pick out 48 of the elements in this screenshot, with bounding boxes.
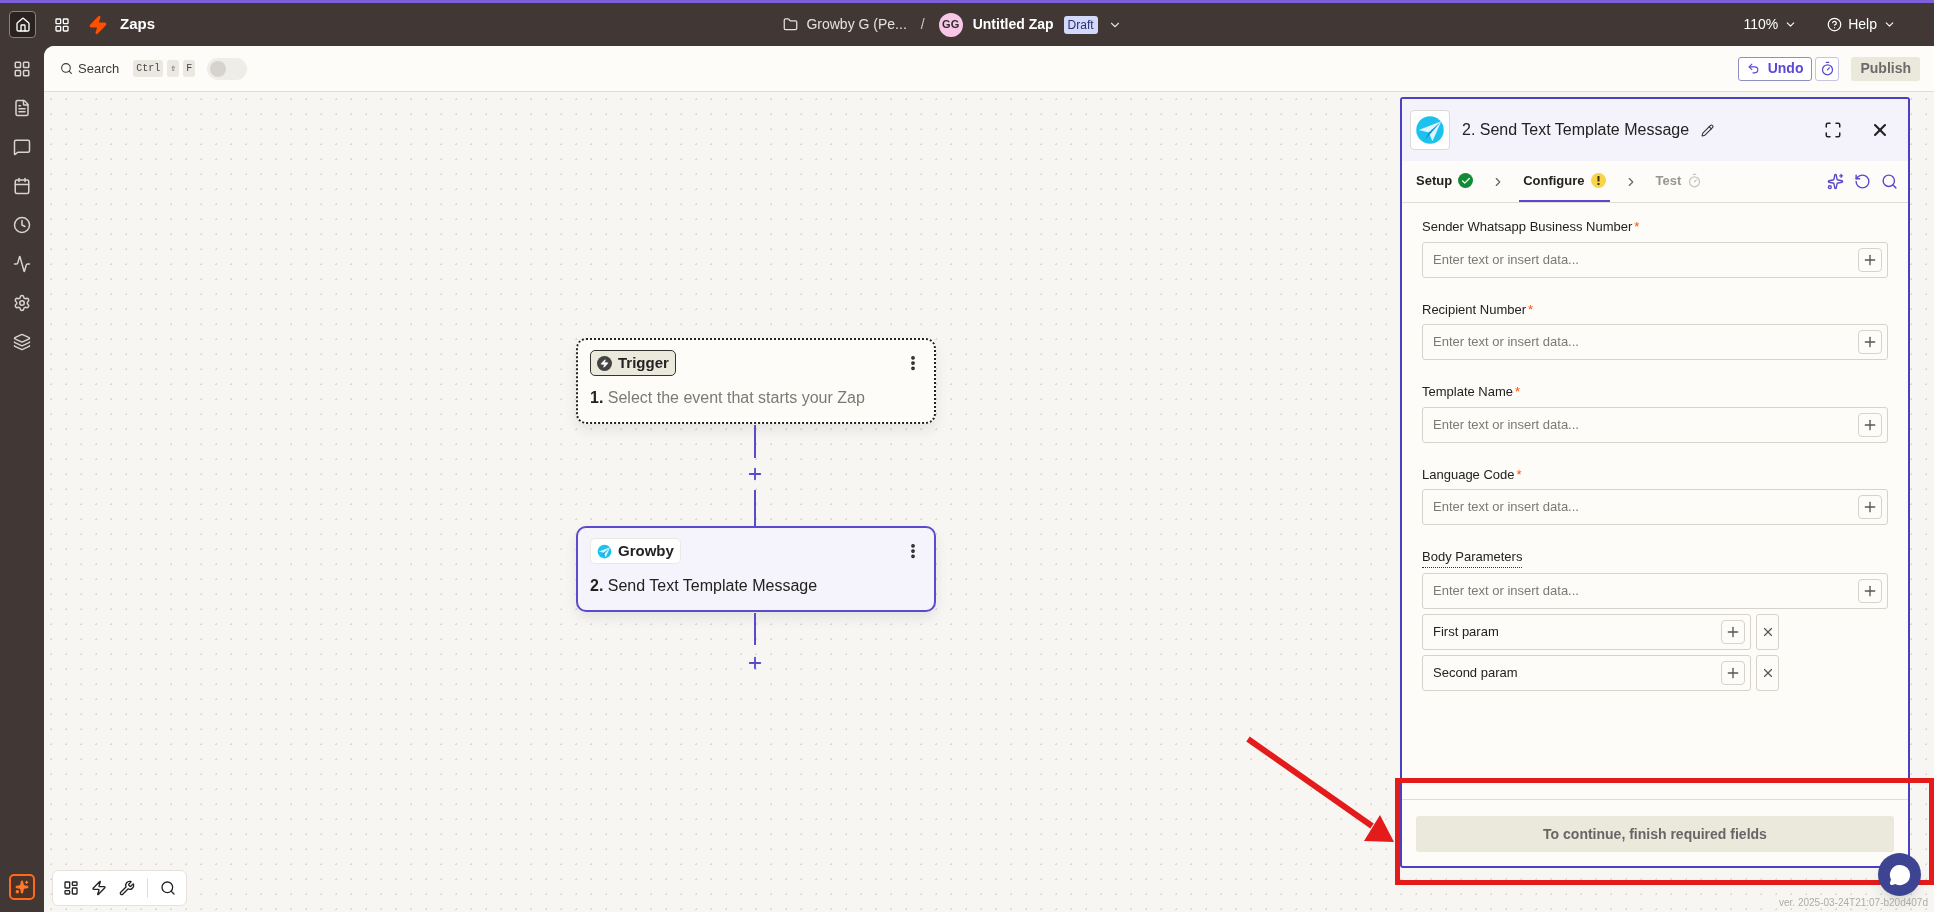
app-chip: Growby bbox=[590, 538, 681, 564]
search-button[interactable]: Search bbox=[60, 58, 120, 79]
required-mark: * bbox=[1516, 465, 1522, 484]
required-mark: * bbox=[1515, 383, 1521, 401]
breadcrumb-separator: / bbox=[920, 15, 925, 34]
required-mark: * bbox=[1528, 300, 1534, 319]
shortcut-key: ⇧ bbox=[167, 60, 180, 77]
continue-button[interactable]: To continue, finish required fields bbox=[1416, 816, 1894, 852]
required-mark: * bbox=[1634, 218, 1640, 236]
param-value: First param bbox=[1433, 622, 1500, 641]
step-tab[interactable]: Setup bbox=[1412, 161, 1478, 202]
text-input[interactable]: Enter text or insert data... bbox=[1433, 332, 1858, 352]
text-field[interactable]: Enter text or insert data... bbox=[1422, 572, 1888, 609]
shortcut-key: Ctrl bbox=[133, 60, 164, 77]
param-input[interactable]: Second param bbox=[1422, 654, 1751, 691]
text-field[interactable]: Enter text or insert data... bbox=[1422, 324, 1888, 360]
step-card[interactable]: Growby 2. Send Text Template Message bbox=[576, 526, 936, 612]
zap-title: Untitled Zap bbox=[972, 15, 1054, 34]
version-text: ver. 2025-03-24T21:07-b20d407d bbox=[1779, 896, 1928, 910]
text-input[interactable]: Enter text or insert data... bbox=[1433, 580, 1858, 601]
panel-title: 2. Send Text Template Message bbox=[1462, 120, 1690, 140]
field-label: Template Name bbox=[1422, 383, 1514, 401]
param-input[interactable]: First param bbox=[1422, 613, 1751, 650]
field-label: Language Code bbox=[1422, 465, 1515, 484]
help-dropdown[interactable]: Help bbox=[1827, 14, 1896, 35]
status-badge: Draft bbox=[1063, 15, 1098, 34]
step-card[interactable]: Trigger 1. Select the event that starts your Zap bbox=[576, 338, 936, 424]
publish-button[interactable]: Publish bbox=[1851, 56, 1920, 81]
app-chip: Trigger bbox=[590, 350, 676, 376]
text-field[interactable]: Enter text or insert data... bbox=[1422, 241, 1888, 278]
param-value: Second param bbox=[1433, 663, 1519, 682]
step-title: 1. Select the event that starts your Zap bbox=[590, 388, 866, 408]
shortcut-key: F bbox=[183, 60, 196, 77]
field-label: Sender Whatsapp Business Number bbox=[1422, 218, 1633, 236]
text-field[interactable]: Enter text or insert data... bbox=[1422, 489, 1888, 525]
app-title: Zaps bbox=[120, 14, 155, 35]
text-field[interactable]: Enter text or insert data... bbox=[1422, 406, 1888, 443]
step-tab[interactable]: Configure bbox=[1519, 161, 1610, 202]
undo-button[interactable]: Undo bbox=[1737, 56, 1813, 81]
field-label: Body Parameters bbox=[1422, 547, 1523, 568]
text-input[interactable]: Enter text or insert data... bbox=[1433, 497, 1858, 517]
text-input[interactable]: Enter text or insert data... bbox=[1433, 414, 1858, 435]
step-title: 2. Send Text Template Message bbox=[590, 576, 819, 596]
zoom-dropdown[interactable]: 110% bbox=[1743, 14, 1798, 35]
text-input[interactable]: Enter text or insert data... bbox=[1433, 249, 1858, 270]
folder-link[interactable]: Growby G (Pe... bbox=[783, 14, 907, 35]
field-label: Recipient Number bbox=[1422, 300, 1527, 319]
avatar: GG bbox=[938, 12, 963, 37]
